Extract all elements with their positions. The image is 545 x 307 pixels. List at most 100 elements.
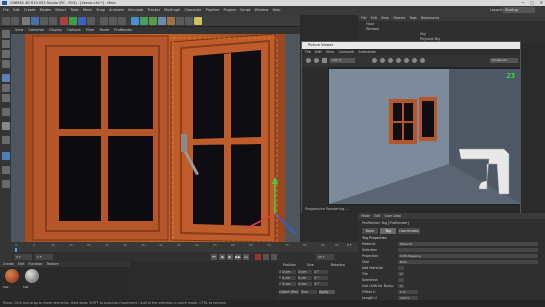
step-back-icon[interactable]: ◀	[219, 254, 225, 260]
mm-menu-create[interactable]: Create	[3, 262, 14, 266]
autokey-icon[interactable]	[263, 254, 269, 260]
y-axis-icon[interactable]	[69, 17, 77, 25]
tab-tag[interactable]: Tag	[380, 228, 396, 234]
scale-icon[interactable]	[40, 17, 48, 25]
perspective-viewport[interactable]	[11, 34, 300, 242]
zoom-select[interactable]: 100 %	[330, 58, 355, 63]
menu-help[interactable]: Help	[272, 8, 280, 12]
pv-menu-compare[interactable]: Compare	[338, 50, 354, 54]
points-mode-icon[interactable]	[1, 74, 10, 82]
polygons-mode-icon[interactable]	[1, 94, 10, 102]
go-to-start-icon[interactable]: ⏮	[211, 254, 217, 260]
layout-dropdown[interactable]: Startup	[503, 7, 535, 13]
move-icon[interactable]	[31, 17, 39, 25]
light-icon[interactable]	[194, 17, 202, 25]
filter-icon[interactable]	[380, 58, 385, 63]
apply-button[interactable]: Apply	[319, 290, 335, 294]
edges-mode-icon[interactable]	[1, 84, 10, 92]
z-axis-icon[interactable]	[78, 17, 86, 25]
go-to-end-icon[interactable]: ⏭	[243, 254, 249, 260]
end-frame-field[interactable]: 90 F	[316, 254, 334, 260]
render-mode-select[interactable]: ProRender	[490, 58, 518, 63]
workplane-icon[interactable]	[1, 60, 10, 68]
attr-value[interactable]	[398, 248, 538, 252]
tweak-icon[interactable]	[1, 122, 10, 130]
history-icon[interactable]	[388, 58, 393, 63]
attr-checkbox[interactable]: ✔	[398, 272, 404, 276]
layer-icon[interactable]	[404, 58, 409, 63]
pv-menu-edit[interactable]: Edit	[315, 50, 322, 54]
save-icon[interactable]	[322, 58, 327, 63]
render-settings-icon[interactable]	[118, 17, 126, 25]
keyframe-selection-icon[interactable]	[271, 254, 277, 260]
stop-icon[interactable]	[314, 58, 319, 63]
menu-pipeline[interactable]: Pipeline	[206, 8, 220, 12]
object-row[interactable]: Window	[366, 27, 379, 32]
render-view-icon[interactable]	[100, 17, 108, 25]
vp-menu-view[interactable]: View	[15, 28, 23, 32]
texture-mode-icon[interactable]	[1, 50, 10, 58]
model-mode-icon[interactable]	[1, 40, 10, 48]
om-menu-tags[interactable]: Tags	[409, 16, 416, 20]
menu-tools[interactable]: Tools	[70, 8, 79, 12]
record-icon[interactable]	[255, 254, 261, 260]
attr-value[interactable]: UVW Mapping	[398, 254, 538, 258]
menu-mesh[interactable]: Mesh	[83, 8, 92, 12]
material-swatch-wood[interactable]	[5, 269, 19, 283]
vp-menu-options[interactable]: Options	[67, 28, 81, 32]
om-menu-objects[interactable]: Objects	[393, 16, 405, 20]
am-menu-userdata[interactable]: User Data	[385, 214, 401, 218]
sculpt-icon[interactable]	[1, 152, 10, 160]
rotation-p-field[interactable]: 0 °	[314, 276, 329, 280]
start-frame-field[interactable]: 0 F	[14, 254, 32, 260]
tab-basic[interactable]: Basic	[362, 228, 378, 234]
rotation-h-field[interactable]: 0 °	[314, 270, 329, 274]
render-icon[interactable]	[306, 58, 311, 63]
info-icon[interactable]	[396, 58, 401, 63]
planar-workplane-icon[interactable]	[1, 180, 10, 188]
coordinate-mode-select[interactable]: Object (Rel)	[279, 290, 299, 294]
attr-value[interactable]: Both	[398, 260, 538, 264]
vp-menu-cameras[interactable]: Cameras	[28, 28, 44, 32]
x-axis-icon[interactable]	[60, 17, 68, 25]
size-y-field[interactable]: 0 cm	[298, 276, 313, 280]
position-y-field[interactable]: 0 cm	[282, 276, 297, 280]
camera-icon[interactable]	[185, 17, 193, 25]
size-mode-select[interactable]: Size	[301, 290, 317, 294]
mm-menu-function[interactable]: Function	[28, 262, 42, 266]
mm-menu-texture[interactable]: Texture	[47, 262, 59, 266]
rotation-b-field[interactable]: 0 °	[314, 282, 329, 286]
size-x-field[interactable]: 0 cm	[298, 270, 313, 274]
attr-value[interactable]: Material	[398, 242, 538, 246]
menu-select[interactable]: Select	[55, 8, 66, 12]
pv-menu-animation[interactable]: Animation	[358, 50, 376, 54]
menu-character[interactable]: Character	[184, 8, 201, 12]
menu-window[interactable]: Window	[255, 8, 269, 12]
attr-value[interactable]: 0 %	[398, 290, 418, 294]
undo-icon[interactable]	[2, 17, 10, 25]
am-menu-mode[interactable]: Mode	[361, 214, 370, 218]
om-menu-view[interactable]: View	[381, 16, 389, 20]
axis-mode-icon[interactable]	[1, 108, 10, 116]
menu-modes[interactable]: Modes	[40, 8, 51, 12]
menu-snap[interactable]: Snap	[96, 8, 105, 12]
attr-checkbox[interactable]: ✔	[398, 284, 404, 288]
position-z-field[interactable]: 0 cm	[282, 282, 297, 286]
vp-menu-panel[interactable]: Panel	[100, 28, 109, 32]
cube-icon[interactable]	[131, 17, 139, 25]
position-x-field[interactable]: 0 cm	[282, 270, 297, 274]
spline-icon[interactable]	[140, 17, 148, 25]
compare-icon[interactable]	[412, 58, 417, 63]
world-coordinates-icon[interactable]	[87, 17, 95, 25]
size-z-field[interactable]: 0 cm	[298, 282, 313, 286]
menu-file[interactable]: File	[3, 8, 9, 12]
lock-workplane-icon[interactable]	[1, 166, 10, 174]
rotate-icon[interactable]	[49, 17, 57, 25]
om-menu-file[interactable]: File	[361, 16, 367, 20]
menu-tracker[interactable]: Tracker	[148, 8, 161, 12]
am-menu-edit[interactable]: Edit	[374, 214, 380, 218]
display-icon[interactable]	[420, 58, 425, 63]
render-picture-viewer-icon[interactable]	[109, 17, 117, 25]
vp-menu-filter[interactable]: Filter	[86, 28, 95, 32]
play-icon[interactable]: ▶	[227, 254, 233, 260]
